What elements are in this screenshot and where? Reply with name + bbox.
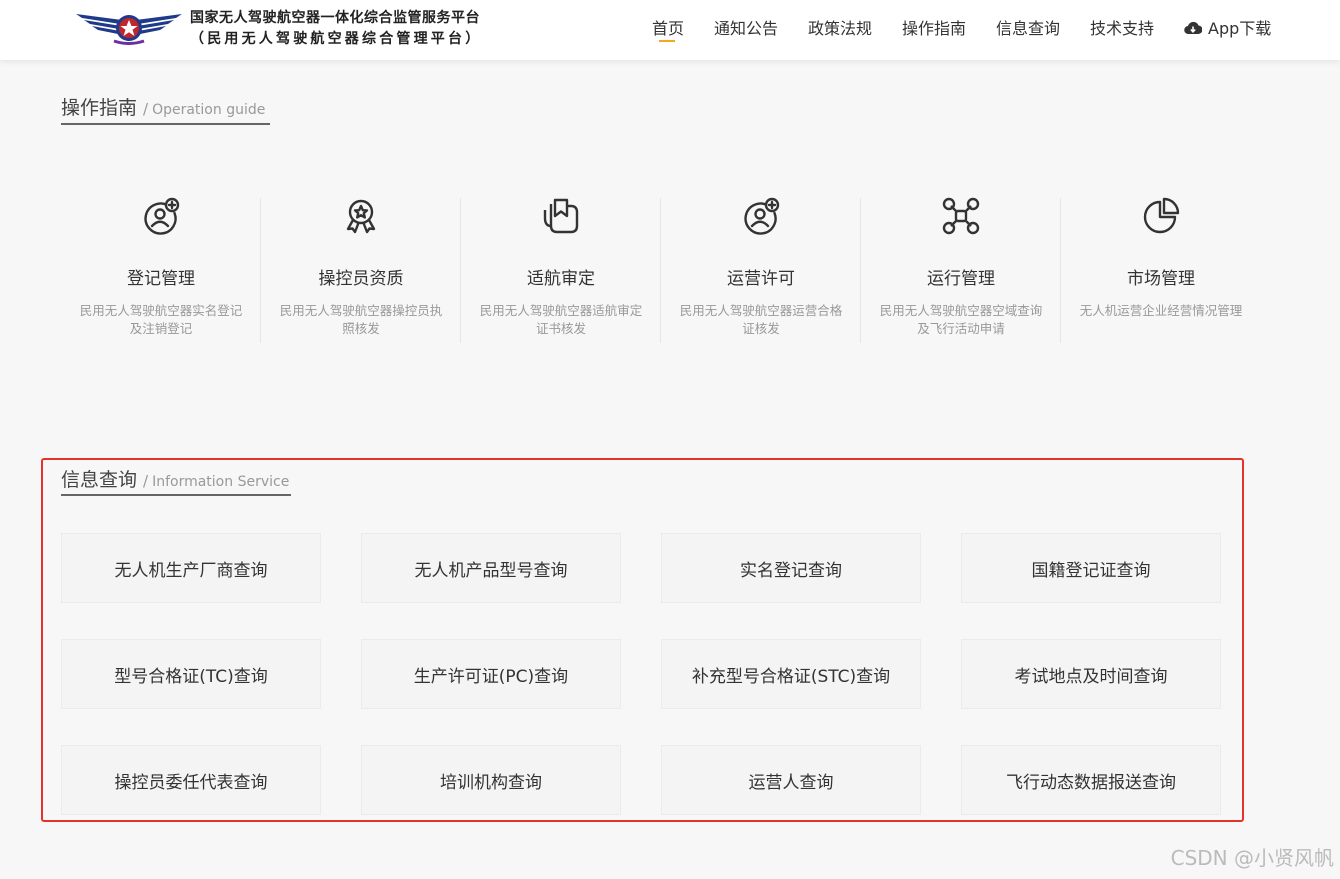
guide-item-title: 市场管理 [1127, 269, 1195, 289]
query-uav-manufacturer-button[interactable]: 无人机生产厂商查询 [61, 533, 321, 603]
query-uav-model-button[interactable]: 无人机产品型号查询 [361, 533, 621, 603]
pie-chart-icon [1143, 197, 1180, 234]
cloud-download-icon [1184, 21, 1202, 35]
brand-title[interactable]: 国家无人驾驶航空器一体化综合监管服务平台 （民用无人驾驶航空器综合管理平台） [190, 7, 482, 48]
watermark: CSDN @小贤风帆 [1170, 846, 1334, 870]
info-section-title: 信息查询 / Information Service [61, 465, 289, 492]
query-tc-button[interactable]: 型号合格证(TC)查询 [61, 639, 321, 709]
query-pc-button[interactable]: 生产许可证(PC)查询 [361, 639, 621, 709]
query-nationality-certificate-button[interactable]: 国籍登记证查询 [961, 533, 1221, 603]
nav-item-home[interactable]: 首页 [652, 15, 684, 39]
query-exam-location-button[interactable]: 考试地点及时间查询 [961, 639, 1221, 709]
guide-item-desc: 民用无人驾驶航空器运营合格证核发 [679, 303, 843, 336]
brand-title-line2: （民用无人驾驶航空器综合管理平台） [190, 31, 483, 47]
nav-item-app-download[interactable]: App下载 [1184, 15, 1271, 39]
nav-item-tech-support[interactable]: 技术支持 [1090, 15, 1154, 39]
query-real-name-registration-button[interactable]: 实名登记查询 [661, 533, 921, 603]
guide-item-title: 适航审定 [527, 269, 595, 289]
guide-section-title: 操作指南 / Operation guide [61, 93, 265, 120]
guide-item-desc: 民用无人驾驶航空器空域查询及飞行活动申请 [879, 303, 1043, 336]
certificate-icon [543, 198, 579, 234]
active-nav-indicator [659, 40, 675, 42]
caac-logo[interactable] [74, 6, 184, 46]
guide-item-title: 登记管理 [127, 269, 195, 289]
guide-item-title: 运行管理 [927, 269, 995, 289]
guide-item-title: 运营许可 [727, 269, 795, 289]
guide-title-zh: 操作指南 [61, 97, 138, 119]
guide-item-market[interactable]: 市场管理 无人机运营企业经营情况管理 [1061, 190, 1261, 345]
guide-item-title: 操控员资质 [318, 269, 404, 289]
guide-item-desc: 无人机运营企业经营情况管理 [1079, 303, 1243, 318]
query-training-institution-button[interactable]: 培训机构查询 [361, 745, 621, 815]
info-title-zh: 信息查询 [61, 469, 138, 491]
guide-item-pilot-qualification[interactable]: 操控员资质 民用无人驾驶航空器操控员执照核发 [261, 190, 461, 345]
guide-item-desc: 民用无人驾驶航空器实名登记及注销登记 [79, 303, 243, 336]
nav-item-notices[interactable]: 通知公告 [714, 15, 778, 39]
user-add-icon [144, 197, 180, 235]
query-operator-button[interactable]: 运营人查询 [661, 745, 921, 815]
award-badge-icon [346, 199, 376, 234]
drone-icon [942, 197, 980, 235]
guide-item-airworthiness[interactable]: 适航审定 民用无人驾驶航空器适航审定证书核发 [461, 190, 661, 345]
guide-item-flight-operation[interactable]: 运行管理 民用无人驾驶航空器空域查询及飞行活动申请 [861, 190, 1061, 345]
info-title-en: Information Service [152, 474, 290, 490]
guide-item-desc: 民用无人驾驶航空器适航审定证书核发 [479, 303, 643, 336]
info-title-underline [61, 494, 291, 496]
guide-title-underline [61, 123, 270, 125]
guide-title-en: Operation guide [152, 102, 266, 118]
nav-item-policies[interactable]: 政策法规 [808, 15, 872, 39]
guide-item-operation-license[interactable]: 运营许可 民用无人驾驶航空器运营合格证核发 [661, 190, 861, 345]
user-add-icon [744, 197, 780, 235]
query-flight-data-report-button[interactable]: 飞行动态数据报送查询 [961, 745, 1221, 815]
title-separator: / [143, 472, 149, 490]
query-pilot-representative-button[interactable]: 操控员委任代表查询 [61, 745, 321, 815]
query-stc-button[interactable]: 补充型号合格证(STC)查询 [661, 639, 921, 709]
top-header: 国家无人驾驶航空器一体化综合监管服务平台 （民用无人驾驶航空器综合管理平台） 首… [0, 0, 1340, 60]
guide-item-registration[interactable]: 登记管理 民用无人驾驶航空器实名登记及注销登记 [61, 190, 261, 345]
guide-item-desc: 民用无人驾驶航空器操控员执照核发 [279, 303, 443, 336]
nav-item-info-query[interactable]: 信息查询 [996, 15, 1060, 39]
nav-item-guide[interactable]: 操作指南 [902, 15, 966, 39]
title-separator: / [143, 100, 149, 118]
app-download-label: App下载 [1208, 19, 1272, 38]
brand-title-line1: 国家无人驾驶航空器一体化综合监管服务平台 [190, 10, 480, 26]
